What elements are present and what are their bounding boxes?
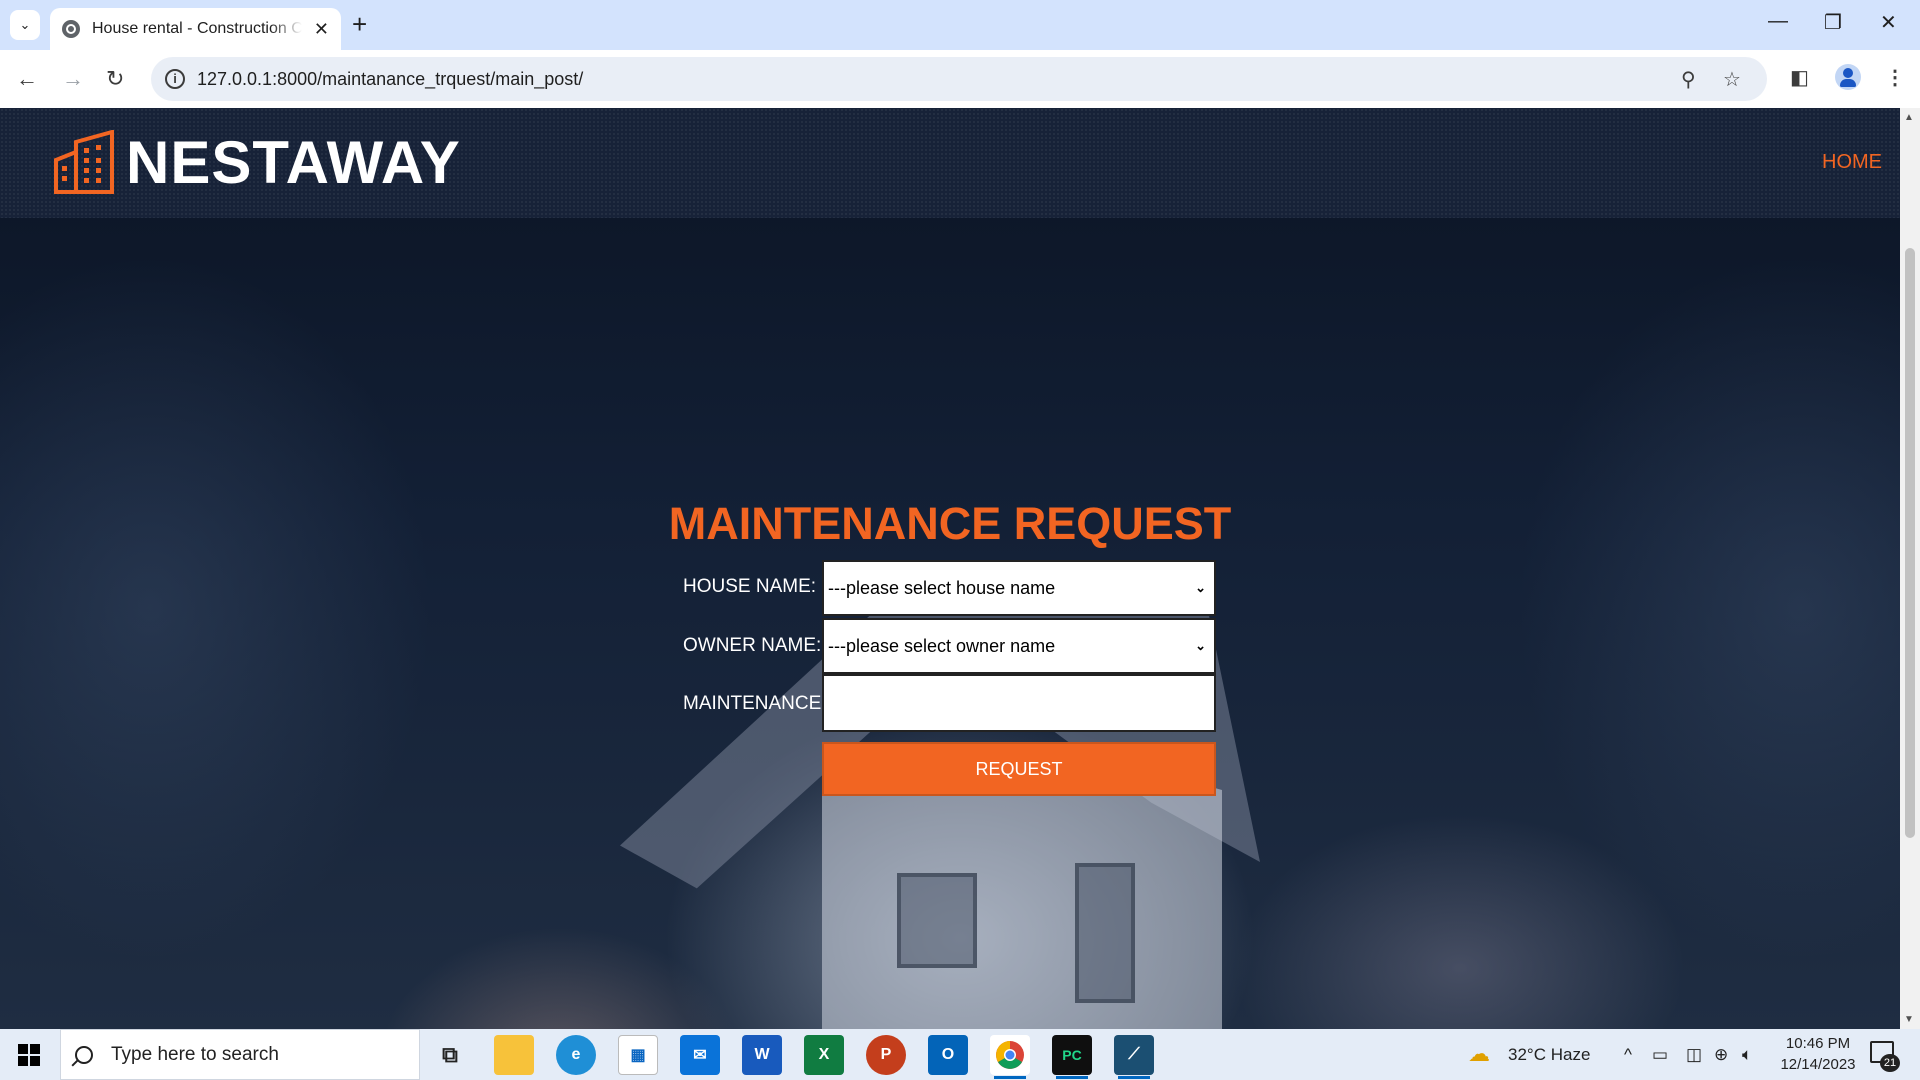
profile-avatar-icon[interactable]: [1835, 64, 1861, 90]
page-scrollbar[interactable]: ▲ ▼: [1900, 108, 1920, 1029]
bookmark-star-icon[interactable]: ☆: [1723, 67, 1741, 92]
browser-tab-active[interactable]: House rental - Construction Company ✕: [50, 8, 341, 50]
word-icon[interactable]: W: [742, 1035, 782, 1075]
owner-name-select-value: ---please select owner name: [828, 635, 1056, 656]
zoom-icon[interactable]: ⚲: [1681, 67, 1696, 92]
windows-start-icon[interactable]: [18, 1044, 40, 1066]
close-window-icon[interactable]: ✕: [1880, 10, 1897, 35]
clock-time: 10:46 PM: [1785, 1035, 1851, 1052]
form-title: MAINTENANCE REQUEST: [668, 498, 1232, 549]
taskbar-search-placeholder: Type here to search: [111, 1043, 279, 1065]
network-globe-icon[interactable]: ⊕: [1714, 1045, 1728, 1065]
url-text[interactable]: 127.0.0.1:8000/maintanance_trquest/main_…: [197, 69, 583, 90]
owner-name-label: OWNER NAME:: [683, 635, 822, 656]
more-menu-icon[interactable]: ⋮: [1885, 65, 1905, 90]
page-viewport: NESTAWAY HOME MAINTENANCE REQUEST HOUSE …: [0, 108, 1900, 1029]
maintenance-input[interactable]: [822, 674, 1216, 732]
outlook-icon[interactable]: O: [928, 1035, 968, 1075]
mysql-workbench-icon[interactable]: ⟋: [1114, 1035, 1154, 1079]
pycharm-icon[interactable]: PC: [1052, 1035, 1092, 1079]
browser-toolbar: ← → ↻ i 127.0.0.1:8000/maintanance_trque…: [0, 50, 1920, 108]
taskbar-clock[interactable]: 10:46 PM 12/14/2023: [1770, 1033, 1866, 1075]
owner-name-select[interactable]: ---please select owner name ⌄: [822, 618, 1216, 674]
tab-title: House rental - Construction Company: [92, 20, 302, 37]
restore-icon[interactable]: ❐: [1824, 10, 1842, 35]
request-button[interactable]: REQUEST: [822, 742, 1216, 796]
minimize-icon[interactable]: —: [1768, 10, 1788, 33]
meet-now-icon[interactable]: ◫: [1686, 1045, 1702, 1065]
site-header: NESTAWAY HOME: [0, 108, 1900, 218]
tab-search-button[interactable]: ⌄: [10, 10, 40, 40]
chrome-logo-icon: [996, 1041, 1024, 1069]
powerpoint-icon[interactable]: P: [866, 1035, 906, 1075]
scroll-down-icon[interactable]: ▼: [1904, 1014, 1914, 1025]
weather-text[interactable]: 32°C Haze: [1508, 1045, 1590, 1065]
browser-tab-strip: ⌄ House rental - Construction Company ✕ …: [0, 0, 1920, 50]
microsoft-store-icon[interactable]: ▦: [618, 1035, 658, 1075]
windows-taskbar: Type here to search ⧉ e ▦ ✉ W X P O PC ⟋…: [0, 1029, 1920, 1080]
site-info-icon[interactable]: i: [165, 69, 185, 89]
battery-icon[interactable]: ▭: [1652, 1045, 1668, 1065]
brand-name[interactable]: NESTAWAY: [126, 128, 461, 198]
new-tab-button[interactable]: +: [352, 11, 367, 37]
clock-date: 12/14/2023: [1780, 1056, 1856, 1073]
search-icon: [75, 1045, 93, 1064]
reload-icon[interactable]: ↻: [106, 64, 124, 94]
taskbar-search-box[interactable]: Type here to search: [60, 1029, 420, 1080]
house-name-label: HOUSE NAME:: [683, 576, 817, 597]
building-logo-icon: [54, 130, 114, 194]
notification-count-badge: 21: [1880, 1054, 1900, 1072]
maintenance-label: MAINTENANCE:: [683, 693, 827, 714]
chevron-down-icon: ⌄: [1195, 580, 1206, 595]
side-panel-icon[interactable]: ◧: [1790, 65, 1809, 90]
house-name-select-value: ---please select house name: [828, 577, 1056, 598]
back-arrow-icon[interactable]: ←: [16, 64, 38, 94]
chevron-down-icon: ⌄: [1195, 638, 1206, 653]
address-bar[interactable]: i 127.0.0.1:8000/maintanance_trquest/mai…: [151, 57, 1767, 101]
file-explorer-icon[interactable]: [494, 1035, 534, 1075]
edge-browser-icon[interactable]: e: [556, 1035, 596, 1075]
house-window: [897, 873, 977, 968]
volume-icon[interactable]: 🔈︎: [1742, 1045, 1752, 1065]
mail-icon[interactable]: ✉: [680, 1035, 720, 1075]
globe-icon: [62, 20, 80, 38]
forward-arrow-icon[interactable]: →: [62, 64, 84, 94]
close-icon[interactable]: ✕: [314, 19, 329, 40]
house-name-select[interactable]: ---please select house name ⌄: [822, 560, 1216, 616]
excel-icon[interactable]: X: [804, 1035, 844, 1075]
house-door: [1075, 863, 1135, 1003]
chevron-down-icon: ⌄: [19, 17, 31, 32]
scroll-up-icon[interactable]: ▲: [1904, 112, 1914, 123]
task-view-icon[interactable]: ⧉: [430, 1035, 470, 1075]
nav-home-link[interactable]: HOME: [1822, 151, 1882, 174]
tray-chevron-up-icon[interactable]: ^: [1624, 1045, 1632, 1065]
weather-icon[interactable]: ☁: [1468, 1041, 1490, 1067]
chrome-icon[interactable]: [990, 1035, 1030, 1079]
scroll-thumb[interactable]: [1905, 248, 1915, 838]
